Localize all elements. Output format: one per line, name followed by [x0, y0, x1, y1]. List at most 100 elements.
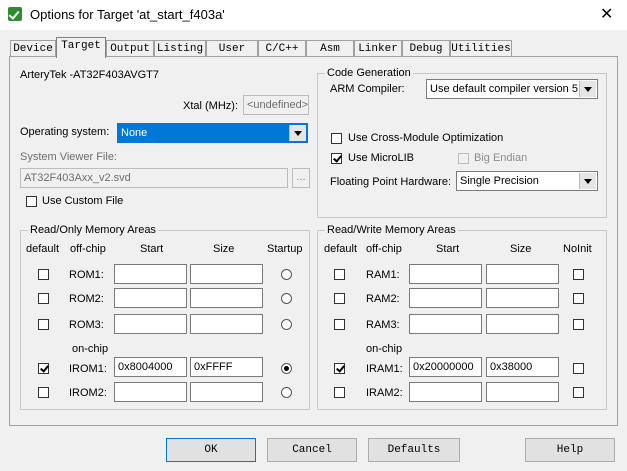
ram1-label: RAM1:	[366, 269, 400, 281]
microlib-checkbox[interactable]	[331, 153, 342, 164]
rom3-label: ROM3:	[69, 319, 104, 331]
rom2-startup-radio[interactable]	[281, 293, 292, 304]
rw-header-noinit: NoInit	[563, 243, 592, 255]
tab-utilities[interactable]: Utilities	[450, 40, 512, 57]
irom1-default-checkbox[interactable]	[38, 363, 49, 374]
ram1-default-checkbox[interactable]	[334, 269, 345, 280]
microlib-label: Use MicroLIB	[348, 152, 415, 164]
rw-header-default: default	[324, 243, 358, 255]
defaults-button[interactable]: Defaults	[368, 438, 460, 462]
irom1-label: IROM1:	[69, 363, 107, 375]
arm-compiler-select[interactable]: Use default compiler version 5	[426, 79, 598, 99]
title-bar: Options for Target 'at_start_f403a' ✕	[0, 0, 627, 30]
rom3-startup-radio[interactable]	[281, 319, 292, 330]
iram1-size-input[interactable]: 0x38000	[486, 357, 559, 377]
rw-memory-title: Read/Write Memory Areas	[325, 224, 458, 236]
cross-module-label: Use Cross-Module Optimization	[348, 132, 504, 144]
rw-header-offchip: off-chip	[366, 243, 402, 255]
big-endian-checkbox[interactable]	[458, 153, 469, 164]
irom2-size-input[interactable]	[190, 382, 263, 402]
fpu-select[interactable]: Single Precision	[456, 171, 598, 191]
ok-button[interactable]: OK	[166, 438, 256, 462]
ram2-label: RAM2:	[366, 293, 400, 305]
tab-debug[interactable]: Debug	[402, 40, 450, 57]
tab-target[interactable]: Target	[56, 37, 106, 58]
irom2-default-checkbox[interactable]	[38, 387, 49, 398]
iram2-start-input[interactable]	[409, 382, 482, 402]
tab-output[interactable]: Output	[106, 40, 154, 57]
rw-header-size: Size	[510, 243, 532, 255]
iram2-noinit-checkbox[interactable]	[573, 387, 584, 398]
os-label: Operating system:	[20, 126, 110, 138]
ram1-start-input[interactable]	[409, 264, 482, 284]
xtal-value: <undefined>	[247, 99, 309, 111]
iram1-size-value: 0x38000	[490, 361, 533, 373]
rom1-size-input[interactable]	[190, 264, 263, 284]
close-icon[interactable]: ✕	[600, 4, 613, 24]
tab-cc[interactable]: C/C++	[258, 40, 306, 57]
ram3-default-checkbox[interactable]	[334, 319, 345, 330]
ram1-noinit-checkbox[interactable]	[573, 269, 584, 280]
chevron-down-icon	[289, 125, 306, 141]
ram1-size-input[interactable]	[486, 264, 559, 284]
irom1-size-value: 0xFFFF	[194, 361, 233, 373]
big-endian-label: Big Endian	[474, 152, 528, 164]
irom1-startup-radio[interactable]	[281, 363, 292, 374]
iram1-default-checkbox[interactable]	[334, 363, 345, 374]
irom2-start-input[interactable]	[114, 382, 187, 402]
svd-browse-button[interactable]: ...	[292, 168, 310, 188]
ram2-noinit-checkbox[interactable]	[573, 293, 584, 304]
svd-file-input[interactable]: AT32F403Axx_v2.svd	[20, 168, 288, 188]
chevron-down-icon	[579, 173, 596, 189]
ro-header-offchip: off-chip	[70, 243, 106, 255]
irom1-size-input[interactable]: 0xFFFF	[190, 357, 263, 377]
tab-user[interactable]: User	[206, 40, 258, 57]
tab-listing[interactable]: Listing	[154, 40, 206, 57]
iram2-label: IRAM2:	[366, 387, 403, 399]
iram2-default-checkbox[interactable]	[334, 387, 345, 398]
iram2-size-input[interactable]	[486, 382, 559, 402]
xtal-label: Xtal (MHz):	[183, 100, 238, 112]
rom3-start-input[interactable]	[114, 314, 187, 334]
ro-header-start: Start	[140, 243, 164, 255]
help-button[interactable]: Help	[525, 438, 615, 462]
rom3-size-input[interactable]	[190, 314, 263, 334]
cross-module-checkbox[interactable]	[331, 133, 342, 144]
rom2-default-checkbox[interactable]	[38, 293, 49, 304]
iram1-start-value: 0x20000000	[413, 361, 474, 373]
tab-asm[interactable]: Asm	[306, 40, 354, 57]
cancel-button[interactable]: Cancel	[267, 438, 357, 462]
svd-label: System Viewer File:	[20, 151, 117, 163]
rom1-default-checkbox[interactable]	[38, 269, 49, 280]
chevron-down-icon	[579, 81, 596, 97]
irom2-startup-radio[interactable]	[281, 387, 292, 398]
iram1-start-input[interactable]: 0x20000000	[409, 357, 482, 377]
xtal-input[interactable]: <undefined>	[243, 95, 309, 115]
ram2-start-input[interactable]	[409, 288, 482, 308]
code-generation-title: Code Generation	[325, 67, 413, 79]
iram1-noinit-checkbox[interactable]	[573, 363, 584, 374]
ram2-default-checkbox[interactable]	[334, 293, 345, 304]
iram1-label: IRAM1:	[366, 363, 403, 375]
arm-compiler-value: Use default compiler version 5	[430, 83, 578, 95]
ram2-size-input[interactable]	[486, 288, 559, 308]
os-value: None	[121, 127, 148, 139]
rom1-label: ROM1:	[69, 269, 104, 281]
irom1-start-input[interactable]: 0x8004000	[114, 357, 187, 377]
use-custom-file-label: Use Custom File	[42, 195, 124, 207]
rom2-start-input[interactable]	[114, 288, 187, 308]
fpu-value: Single Precision	[460, 175, 539, 187]
rom2-size-input[interactable]	[190, 288, 263, 308]
rom1-startup-radio[interactable]	[281, 269, 292, 280]
tab-device[interactable]: Device	[10, 40, 56, 57]
rom3-default-checkbox[interactable]	[38, 319, 49, 330]
rom1-start-input[interactable]	[114, 264, 187, 284]
ram3-start-input[interactable]	[409, 314, 482, 334]
rom2-label: ROM2:	[69, 293, 104, 305]
ram3-size-input[interactable]	[486, 314, 559, 334]
window-title: Options for Target 'at_start_f403a'	[30, 7, 225, 22]
os-select[interactable]: None	[117, 123, 308, 143]
use-custom-file-checkbox[interactable]	[26, 196, 37, 207]
tab-linker[interactable]: Linker	[354, 40, 402, 57]
ram3-noinit-checkbox[interactable]	[573, 319, 584, 330]
